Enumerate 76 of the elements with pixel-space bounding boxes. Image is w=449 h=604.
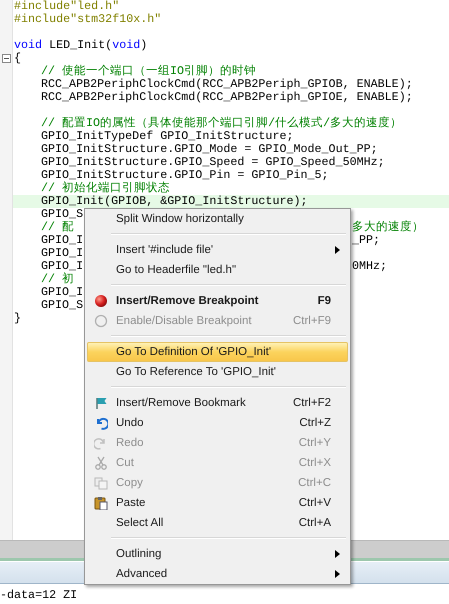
code-line: GPIO_InitStructure.GPIO_Pin = GPIO_Pin_5; (41, 168, 329, 182)
menu-item[interactable]: Go To Reference To 'GPIO_Init' (87, 362, 348, 382)
shortcut-text: Ctrl+C (298, 477, 331, 489)
menu-item-label: Copy (116, 477, 144, 489)
shortcut-text: F9 (318, 295, 331, 307)
menu-item-label: Select All (116, 517, 164, 529)
menu-item-label: Go To Reference To 'GPIO_Init' (116, 366, 277, 378)
code-line: // 初始化端口引脚状态 (41, 181, 170, 195)
menu-item-label: Cut (116, 457, 135, 469)
code-line: GPIO_I (41, 233, 84, 247)
code-line: RCC_APB2PeriphClockCmd(RCC_APB2Periph_GPIOE, ENABLE); (41, 90, 413, 104)
menu-item-label: Insert/Remove Bookmark (116, 397, 247, 409)
shortcut-text: Ctrl+Z (299, 417, 331, 429)
filled-circle-icon (94, 294, 108, 308)
code-line: GPIO_I (41, 259, 84, 273)
menu-item-label: Outlining (116, 548, 162, 560)
menu-item[interactable]: Split Window horizontally (87, 209, 348, 229)
pages-icon (94, 476, 108, 490)
code-line: // 初 (41, 272, 74, 286)
menu-item[interactable]: Advanced (87, 564, 348, 584)
shortcut-text: Ctrl+A (298, 517, 331, 529)
output-text: -data=12 ZI (0, 588, 78, 602)
menu-item-label: Insert/Remove Breakpoint (116, 295, 260, 307)
clipboard-icon (94, 496, 108, 510)
redo-icon (94, 436, 108, 450)
menu-item-label: Redo (116, 437, 144, 449)
code-fragment: 0MHz; (352, 259, 388, 273)
submenu-arrow-icon (335, 550, 340, 558)
menu-item[interactable]: Go To Definition Of 'GPIO_Init' (87, 342, 348, 362)
menu-item-label: Undo (116, 417, 144, 429)
code-line: } (14, 311, 22, 325)
code-line: GPIO_InitStructure.GPIO_Speed = GPIO_Speed_50MHz; (41, 155, 385, 169)
menu-item[interactable]: Go to Headerfile "led.h" (87, 260, 348, 280)
menu-item[interactable]: Select All Ctrl+A (87, 513, 348, 533)
code-line: GPIO_InitTypeDef GPIO_InitStructure; (41, 129, 294, 143)
code-line: GPIO_InitStructure.GPIO_Mode = GPIO_Mode_Out_PP; (41, 142, 378, 156)
scissors-icon (94, 456, 108, 470)
menu-item-label: Advanced (116, 568, 168, 580)
code-line: void LED_Init(void) (14, 38, 148, 52)
shortcut-text: Ctrl+X (298, 457, 331, 469)
code-line: GPIO_S (41, 298, 84, 312)
menu-item-label: Go To Definition Of 'GPIO_Init' (116, 346, 272, 358)
code-line: GPIO_S (41, 207, 84, 221)
code-line: GPIO_I (41, 246, 84, 260)
code-fragment: _PP; (352, 233, 380, 247)
shortcut-text: Ctrl+V (298, 497, 331, 509)
menu-item[interactable]: Insert/Remove Breakpoint F9 (87, 291, 348, 311)
menu-item[interactable]: Paste Ctrl+V (87, 493, 348, 513)
collapse-icon[interactable] (2, 54, 10, 63)
code-line: #include"stm32f10x.h" (14, 12, 162, 26)
menu-item[interactable]: Insert '#include file' (87, 240, 348, 260)
code-line: { (14, 51, 22, 65)
menu-item-label: Paste (116, 497, 146, 509)
code-line: GPIO_Init(GPIOB, &GPIO_InitStructure); (41, 194, 308, 208)
code-line: // 配 (41, 220, 74, 234)
empty-circle-icon (94, 314, 108, 328)
flag-icon (94, 396, 108, 410)
menu-item-label: Split Window horizontally (116, 213, 245, 225)
submenu-arrow-icon (335, 570, 340, 578)
menu-item-label: Go to Headerfile "led.h" (116, 264, 238, 276)
code-line: // 使能一个端口（一组IO引脚）的时钟 (41, 64, 256, 78)
menu-item[interactable]: Outlining (87, 544, 348, 564)
shortcut-text: Ctrl+Y (298, 437, 331, 449)
submenu-arrow-icon (335, 246, 340, 254)
shortcut-text: Ctrl+F9 (292, 315, 331, 327)
code-line: GPIO_I (41, 285, 84, 299)
code-line: // 配置IO的属性（具体使能那个端口引脚/什么模式/多大的速度） (41, 116, 402, 130)
code-fragment: 多大的速度） (352, 220, 424, 234)
menu-item[interactable]: Insert/Remove Bookmark Ctrl+F2 (87, 393, 348, 413)
menu-item[interactable]: Undo Ctrl+Z (87, 413, 348, 433)
undo-icon (94, 416, 108, 430)
menu-item-label: Insert '#include file' (116, 244, 214, 256)
code-line: RCC_APB2PeriphClockCmd(RCC_APB2Periph_GPIOB, ENABLE); (41, 77, 413, 91)
menu-item-label: Enable/Disable Breakpoint (116, 315, 253, 327)
shortcut-text: Ctrl+F2 (292, 397, 331, 409)
code-line: #include"led.h" (14, 0, 120, 13)
